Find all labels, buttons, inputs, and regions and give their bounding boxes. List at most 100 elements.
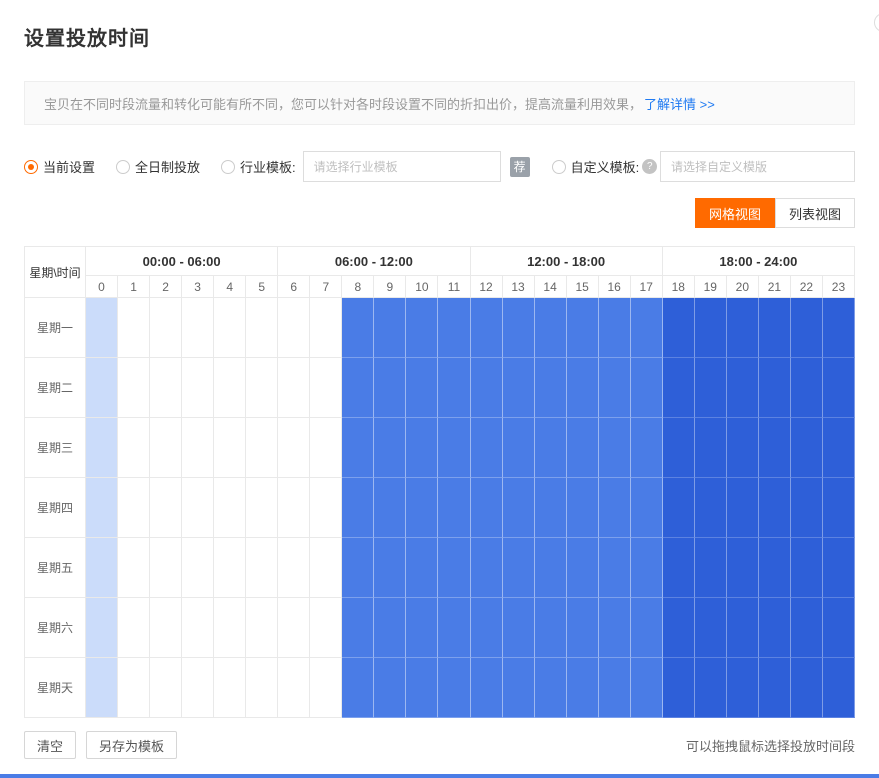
grid-cell[interactable]: [631, 478, 663, 538]
grid-cell[interactable]: [246, 358, 278, 418]
grid-cell[interactable]: [342, 358, 374, 418]
grid-cell[interactable]: [374, 418, 406, 478]
grid-cell[interactable]: [342, 418, 374, 478]
learn-more-link[interactable]: 了解详情 >>: [644, 94, 715, 113]
grid-cell[interactable]: [823, 358, 855, 418]
grid-cell[interactable]: [759, 358, 791, 418]
grid-cell[interactable]: [278, 598, 310, 658]
grid-cell[interactable]: [150, 418, 182, 478]
grid-cell[interactable]: [823, 538, 855, 598]
grid-cell[interactable]: [791, 538, 823, 598]
grid-cell[interactable]: [695, 478, 727, 538]
grid-cell[interactable]: [567, 298, 599, 358]
grid-cell[interactable]: [695, 598, 727, 658]
grid-cell[interactable]: [471, 478, 503, 538]
save-as-template-button[interactable]: 另存为模板: [86, 731, 177, 759]
grid-cell[interactable]: [535, 418, 567, 478]
grid-cell[interactable]: [535, 538, 567, 598]
grid-cell[interactable]: [214, 598, 246, 658]
grid-cell[interactable]: [86, 418, 118, 478]
grid-cell[interactable]: [118, 418, 150, 478]
grid-cell[interactable]: [503, 478, 535, 538]
grid-cell[interactable]: [310, 418, 342, 478]
grid-cell[interactable]: [118, 298, 150, 358]
grid-cell[interactable]: [374, 478, 406, 538]
grid-cell[interactable]: [471, 598, 503, 658]
grid-cell[interactable]: [695, 358, 727, 418]
grid-cell[interactable]: [310, 478, 342, 538]
grid-cell[interactable]: [406, 478, 438, 538]
grid-cell[interactable]: [823, 658, 855, 718]
grid-cell[interactable]: [503, 298, 535, 358]
grid-cell[interactable]: [503, 658, 535, 718]
grid-cell[interactable]: [150, 358, 182, 418]
grid-cell[interactable]: [118, 358, 150, 418]
grid-cell[interactable]: [182, 658, 214, 718]
grid-cell[interactable]: [599, 358, 631, 418]
grid-cell[interactable]: [631, 358, 663, 418]
grid-cell[interactable]: [759, 298, 791, 358]
grid-cell[interactable]: [567, 538, 599, 598]
grid-cell[interactable]: [599, 418, 631, 478]
grid-cell[interactable]: [310, 358, 342, 418]
grid-cell[interactable]: [438, 658, 470, 718]
grid-cell[interactable]: [567, 658, 599, 718]
grid-cell[interactable]: [182, 358, 214, 418]
grid-cell[interactable]: [86, 478, 118, 538]
grid-cell[interactable]: [374, 658, 406, 718]
grid-cell[interactable]: [310, 298, 342, 358]
grid-cell[interactable]: [406, 598, 438, 658]
grid-cell[interactable]: [599, 298, 631, 358]
grid-cell[interactable]: [631, 298, 663, 358]
grid-cell[interactable]: [791, 598, 823, 658]
industry-template-input[interactable]: [303, 151, 501, 182]
grid-view-button[interactable]: 网格视图: [695, 198, 775, 228]
grid-cell[interactable]: [182, 298, 214, 358]
grid-cell[interactable]: [182, 598, 214, 658]
grid-cell[interactable]: [278, 298, 310, 358]
grid-cell[interactable]: [695, 658, 727, 718]
grid-cell[interactable]: [535, 658, 567, 718]
grid-cell[interactable]: [759, 658, 791, 718]
grid-cell[interactable]: [246, 538, 278, 598]
grid-cell[interactable]: [567, 358, 599, 418]
grid-cell[interactable]: [342, 478, 374, 538]
grid-cell[interactable]: [278, 418, 310, 478]
grid-cell[interactable]: [727, 658, 759, 718]
grid-cell[interactable]: [695, 418, 727, 478]
grid-cell[interactable]: [823, 418, 855, 478]
grid-cell[interactable]: [503, 358, 535, 418]
grid-cell[interactable]: [823, 598, 855, 658]
grid-cell[interactable]: [471, 298, 503, 358]
grid-cell[interactable]: [599, 598, 631, 658]
grid-cell[interactable]: [278, 538, 310, 598]
grid-cell[interactable]: [438, 538, 470, 598]
grid-cell[interactable]: [246, 658, 278, 718]
grid-cell[interactable]: [150, 658, 182, 718]
grid-cell[interactable]: [567, 598, 599, 658]
grid-cell[interactable]: [310, 598, 342, 658]
grid-cell[interactable]: [278, 658, 310, 718]
grid-cell[interactable]: [278, 478, 310, 538]
grid-cell[interactable]: [214, 478, 246, 538]
grid-cell[interactable]: [695, 538, 727, 598]
grid-cell[interactable]: [438, 598, 470, 658]
grid-cell[interactable]: [86, 538, 118, 598]
grid-cell[interactable]: [342, 538, 374, 598]
grid-cell[interactable]: [118, 598, 150, 658]
grid-cell[interactable]: [791, 418, 823, 478]
grid-cell[interactable]: [759, 418, 791, 478]
grid-cell[interactable]: [599, 478, 631, 538]
grid-cell[interactable]: [246, 478, 278, 538]
grid-cell[interactable]: [759, 598, 791, 658]
grid-cell[interactable]: [214, 298, 246, 358]
grid-cell[interactable]: [214, 538, 246, 598]
grid-cell[interactable]: [374, 358, 406, 418]
grid-cell[interactable]: [791, 478, 823, 538]
grid-cell[interactable]: [727, 298, 759, 358]
grid-cell[interactable]: [791, 358, 823, 418]
grid-cell[interactable]: [631, 418, 663, 478]
grid-cell[interactable]: [150, 478, 182, 538]
grid-cell[interactable]: [567, 478, 599, 538]
grid-cell[interactable]: [118, 658, 150, 718]
